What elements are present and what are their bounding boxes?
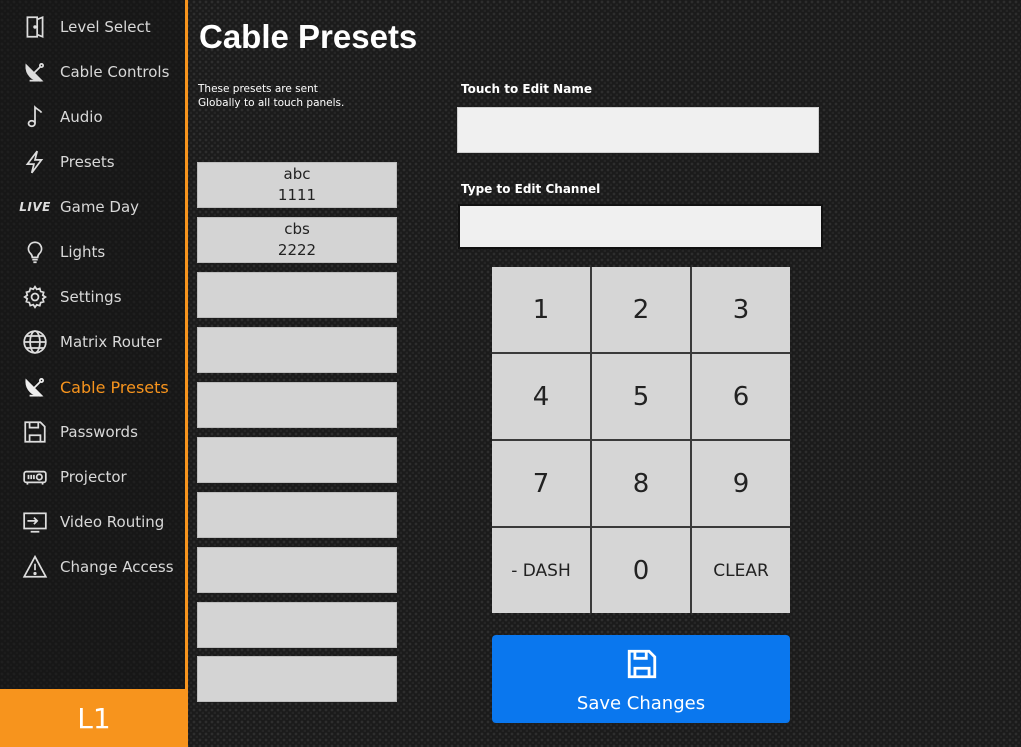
sidebar-item-label: Settings — [60, 288, 122, 306]
key-8[interactable]: 8 — [592, 441, 690, 526]
page-title: Cable Presets — [199, 18, 418, 55]
live-icon: LIVE — [19, 200, 51, 214]
sidebar-item-projector[interactable]: Projector — [0, 457, 185, 497]
sidebar-item-video-routing[interactable]: Video Routing — [0, 502, 185, 542]
sidebar-item-cable-presets[interactable]: Cable Presets — [0, 367, 185, 407]
key-clear[interactable]: CLEAR — [692, 528, 790, 613]
sidebar-item-label: Cable Controls — [60, 63, 170, 81]
sidebar-item-label: Passwords — [60, 423, 138, 441]
key-6[interactable]: 6 — [692, 354, 790, 439]
sidebar-item-matrix-router[interactable]: Matrix Router — [0, 322, 185, 362]
preset-button-4[interactable] — [197, 327, 397, 373]
info-note-line-1: These presets are sent — [198, 83, 318, 95]
channel-field-label: Type to Edit Channel — [461, 182, 601, 196]
preset-channel: 2222 — [277, 241, 317, 259]
key-9[interactable]: 9 — [692, 441, 790, 526]
key-2[interactable]: 2 — [592, 267, 690, 352]
keypad: 1 2 3 4 5 6 7 8 9 - DASH 0 CLEAR — [492, 267, 790, 613]
key-dash[interactable]: - DASH — [492, 528, 590, 613]
name-input[interactable] — [458, 108, 818, 152]
preset-channel: 1111 — [277, 186, 317, 204]
sidebar-item-label: Projector — [60, 468, 127, 486]
save-changes-button[interactable]: Save Changes — [492, 635, 790, 723]
preset-button-7[interactable] — [197, 492, 397, 538]
key-7[interactable]: 7 — [492, 441, 590, 526]
floppy-disk-icon — [625, 647, 659, 681]
key-3[interactable]: 3 — [692, 267, 790, 352]
key-4[interactable]: 4 — [492, 354, 590, 439]
music-note-icon — [20, 102, 50, 132]
display-input-icon — [20, 507, 50, 537]
sidebar-item-passwords[interactable]: Passwords — [0, 412, 185, 452]
save-changes-label: Save Changes — [576, 693, 706, 714]
sidebar-item-presets[interactable]: Presets — [0, 142, 185, 182]
preset-name: abc — [283, 165, 311, 183]
gear-icon — [20, 282, 50, 312]
sidebar-item-label: Cable Presets — [60, 377, 169, 397]
key-5[interactable]: 5 — [592, 354, 690, 439]
sidebar-item-label: Level Select — [60, 18, 151, 36]
sidebar-item-level-select[interactable]: Level Select — [0, 7, 185, 47]
projector-icon — [20, 462, 50, 492]
preset-button-3[interactable] — [197, 272, 397, 318]
sidebar: Level Select Cable Controls Audio Preset… — [0, 0, 188, 747]
sidebar-item-label: Audio — [60, 108, 103, 126]
info-note: These presets are sent Globally to all t… — [198, 82, 398, 110]
sidebar-item-game-day[interactable]: LIVE Game Day — [0, 187, 185, 227]
sidebar-item-audio[interactable]: Audio — [0, 97, 185, 137]
level-badge[interactable]: L1 — [0, 689, 188, 747]
name-field[interactable] — [457, 107, 819, 153]
sidebar-item-settings[interactable]: Settings — [0, 277, 185, 317]
sidebar-item-label: Presets — [60, 153, 115, 171]
preset-button-8[interactable] — [197, 547, 397, 593]
globe-icon — [20, 327, 50, 357]
preset-button-2[interactable]: cbs 2222 — [197, 217, 397, 263]
name-field-label: Touch to Edit Name — [461, 82, 592, 96]
preset-button-5[interactable] — [197, 382, 397, 428]
sidebar-item-label: Matrix Router — [60, 333, 162, 351]
preset-name: cbs — [284, 220, 310, 238]
sidebar-item-change-access[interactable]: Change Access — [0, 547, 185, 587]
preset-button-10[interactable] — [197, 656, 397, 702]
key-1[interactable]: 1 — [492, 267, 590, 352]
satellite-dish-icon — [20, 57, 50, 87]
sidebar-item-label: Video Routing — [60, 513, 165, 531]
satellite-dish-icon — [20, 372, 50, 402]
channel-input[interactable] — [460, 206, 821, 247]
preset-button-9[interactable] — [197, 602, 397, 648]
lightbulb-icon — [20, 237, 50, 267]
sidebar-item-cable-controls[interactable]: Cable Controls — [0, 52, 185, 92]
floppy-disk-icon — [20, 417, 50, 447]
channel-field[interactable] — [458, 204, 823, 249]
door-icon — [20, 12, 50, 42]
warning-icon — [20, 552, 50, 582]
lightning-icon — [20, 147, 50, 177]
preset-button-1[interactable]: abc 1111 — [197, 162, 397, 208]
key-0[interactable]: 0 — [592, 528, 690, 613]
sidebar-item-label: Change Access — [60, 558, 174, 576]
preset-button-6[interactable] — [197, 437, 397, 483]
sidebar-item-label: Game Day — [60, 198, 140, 216]
sidebar-item-lights[interactable]: Lights — [0, 232, 185, 272]
info-note-line-2: Globally to all touch panels. — [198, 97, 345, 109]
sidebar-item-label: Lights — [60, 243, 106, 261]
